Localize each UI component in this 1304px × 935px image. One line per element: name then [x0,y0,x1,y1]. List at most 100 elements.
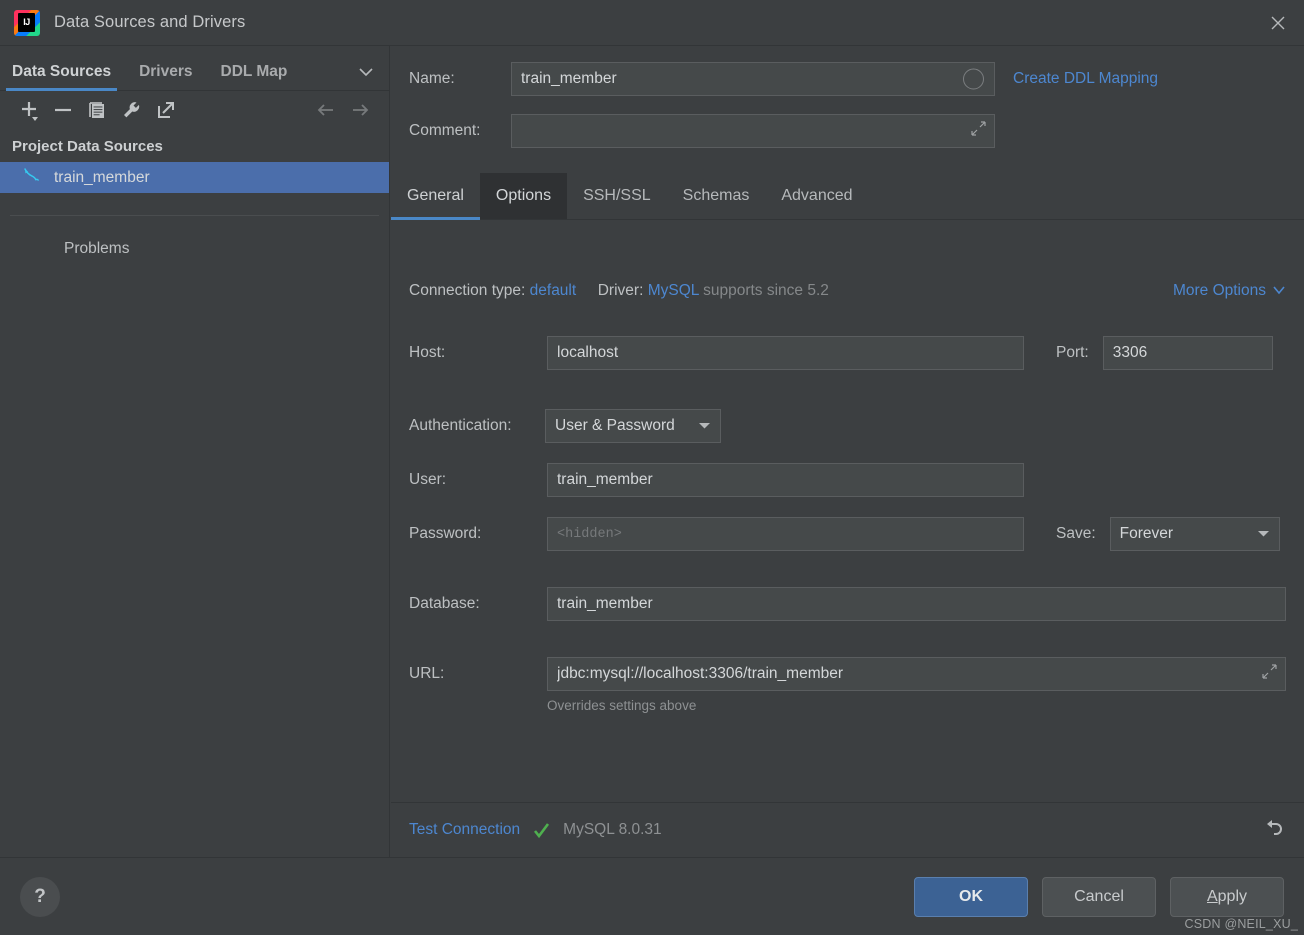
tab-ddl-mappings[interactable]: DDL Map [221,63,288,90]
close-icon [1269,14,1287,32]
apply-button-rest: pply [1217,887,1248,905]
wrench-icon [118,97,144,128]
duplicate-icon [84,97,110,128]
export-icon [152,97,178,128]
duplicate-data-source-button[interactable] [80,97,114,127]
test-connection-link[interactable]: Test Connection [409,821,520,839]
project-data-sources-header: Project Data Sources [12,138,163,155]
data-source-editor-panel: Name: Create DDL Mapping Comment: [391,46,1304,857]
name-field[interactable] [511,62,995,96]
dialog-footer: ? OK Cancel Apply [0,857,1304,935]
tab-schemas[interactable]: Schemas [667,173,766,219]
url-input[interactable] [557,658,1276,690]
create-ddl-mapping-link[interactable]: Create DDL Mapping [1013,70,1158,88]
sidebar-item-label: train_member [54,168,150,186]
status-bar: Test Connection MySQL 8.0.31 [391,802,1304,857]
add-data-source-button[interactable] [12,97,46,127]
tab-drivers[interactable]: Drivers [139,63,192,90]
save-label: Save: [1056,525,1096,542]
window-title: Data Sources and Drivers [54,13,246,31]
password-input[interactable] [557,518,1014,550]
port-field[interactable] [1102,336,1273,370]
driver-label: Driver: [597,282,644,299]
navigate-back-button[interactable] [309,97,343,127]
save-value: Forever [1119,525,1174,542]
url-field[interactable] [547,657,1286,691]
export-data-source-button[interactable] [148,97,182,127]
tab-general[interactable]: General [391,173,480,220]
expand-icon[interactable] [1262,664,1277,684]
dialog-buttons: OK Cancel Apply [914,876,1284,917]
tab-ssh-ssl[interactable]: SSH/SSL [567,173,667,219]
name-row: Name: Create DDL Mapping [409,62,1158,96]
tab-data-sources[interactable]: Data Sources [5,63,118,91]
host-row: Host: Port: [409,336,1286,370]
host-field[interactable] [547,336,1024,370]
remove-icon [50,97,76,128]
connection-type-label: Connection type: [409,282,526,299]
expand-icon[interactable] [971,121,986,141]
tab-drivers-label: Drivers [139,63,193,80]
sidebar-item-train-member[interactable]: train_member [0,162,389,193]
user-label: User: [409,471,447,488]
authentication-value: User & Password [555,417,675,434]
chevron-down-icon [1272,282,1286,300]
chevron-down-icon [1257,525,1270,543]
tab-advanced[interactable]: Advanced [765,173,868,219]
data-sources-and-drivers-dialog: IJ Data Sources and Drivers Data Sources… [0,0,1304,935]
close-button[interactable] [1252,0,1304,45]
password-label: Password: [409,525,482,542]
save-dropdown[interactable]: Forever [1109,517,1280,551]
navigate-forward-button[interactable] [343,97,377,127]
database-label: Database: [409,595,480,612]
tabs-overflow-button[interactable] [356,65,376,84]
driver-suffix: supports since 5.2 [703,282,829,299]
driver-version: MySQL 8.0.31 [563,821,662,838]
cancel-button-label: Cancel [1074,887,1124,905]
apply-button[interactable]: Apply [1170,876,1284,917]
comment-row: Comment: [409,114,995,148]
apply-mnemonic: A [1206,887,1218,905]
name-input[interactable] [521,63,985,95]
sidebar-divider [10,215,379,216]
sidebar-item-problems[interactable]: Problems [0,232,389,266]
database-input[interactable] [557,588,1276,620]
user-field[interactable] [547,463,1024,497]
comment-field[interactable] [511,114,995,148]
sidebar-toolbar [0,91,389,133]
edit-driver-button[interactable] [114,97,148,127]
help-button[interactable]: ? [20,876,60,917]
sidebar-tabs: Data Sources Drivers DDL Map [0,46,390,91]
password-row: Password: Save: Forever [409,517,1286,551]
revert-icon [1262,816,1286,845]
host-input[interactable] [557,337,1014,369]
title-bar: IJ Data Sources and Drivers [0,0,1304,46]
name-label: Name: [409,70,455,87]
intellij-idea-logo-icon: IJ [14,9,40,36]
mysql-dolphin-icon [22,165,42,190]
remove-data-source-button[interactable] [46,97,80,127]
revert-settings-button[interactable] [1262,816,1286,845]
authentication-row: Authentication: User & Password [409,409,721,443]
authentication-dropdown[interactable]: User & Password [545,409,721,443]
user-input[interactable] [557,464,1014,496]
comment-input[interactable] [521,115,985,147]
connection-type-value[interactable]: default [530,282,577,299]
tab-options[interactable]: Options [479,173,568,219]
chevron-down-icon [698,417,711,435]
color-circle-icon[interactable] [963,68,984,90]
apply-button-label: Apply [1207,888,1247,906]
database-field[interactable] [547,587,1286,621]
url-row: URL: [409,657,1286,691]
authentication-label: Authentication: [409,417,512,434]
cancel-button[interactable]: Cancel [1042,876,1156,917]
connection-info-line: Connection type: default Driver: MySQL s… [409,282,829,300]
more-options-label: More Options [1172,282,1266,299]
port-input[interactable] [1112,337,1263,369]
password-field[interactable] [547,517,1024,551]
ok-button[interactable]: OK [914,876,1028,917]
forward-arrow-icon [347,97,373,128]
more-options-button[interactable]: More Options [1173,282,1286,300]
tab-options-label: Options [495,187,552,204]
driver-value[interactable]: MySQL [648,282,699,299]
